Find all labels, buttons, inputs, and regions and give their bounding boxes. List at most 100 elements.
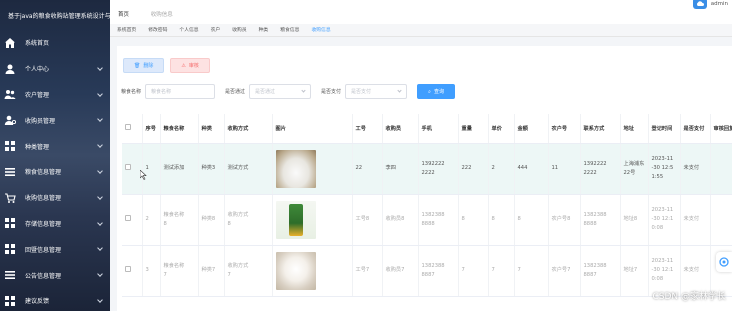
- tab-4[interactable]: 收购员: [231, 26, 247, 35]
- cell-paid: 未支付: [680, 194, 711, 246]
- column-header-13: 联系方式: [580, 114, 621, 144]
- breadcrumb-home[interactable]: 首页: [118, 12, 129, 18]
- row-checkbox[interactable]: [125, 214, 131, 221]
- audit-filter-label: 是否通过: [225, 89, 246, 95]
- chevron-down-icon: [97, 297, 103, 303]
- column-header-5: 图片: [272, 114, 353, 144]
- cell-type: 种类8: [198, 194, 225, 246]
- row-checkbox-cell[interactable]: [122, 143, 143, 195]
- product-photo: [275, 200, 316, 239]
- cell-farmer_no: 农户号8: [548, 194, 581, 246]
- tab-3[interactable]: 农户: [210, 26, 222, 35]
- table-row[interactable]: 2 粮食名称 8 种类8 收购方式 8 工号8 收购员8 1382388 8888 8 8 8 农户…: [122, 194, 732, 246]
- data-table: 序号 粮食名称 种类 收购方式 图片 工号 收购员 手机 重量 单价 金额 农户号 联系方式 地址 登记时间…: [122, 114, 732, 297]
- name-label: 粮食名称: [121, 89, 142, 95]
- tab-7[interactable]: 收购信息: [310, 26, 331, 35]
- sidebar-item-4[interactable]: 种类管理: [0, 133, 110, 159]
- cell-farmer_no: 农户号7: [548, 245, 581, 297]
- people-icon: [4, 88, 16, 100]
- watermark: CSDN @家林学长: [652, 292, 726, 302]
- name-placeholder: 粮食名称: [151, 89, 172, 95]
- column-header-0[interactable]: [122, 114, 143, 144]
- cell-method: 测试方式: [224, 143, 273, 195]
- audit-label: 审核: [188, 63, 199, 69]
- sidebar-item-label: 种类管理: [25, 143, 50, 151]
- sidebar-menu: 系统首页个人中心农户管理收购员管理种类管理粮食信息管理收购信息管理 存储信息管理回…: [0, 30, 110, 311]
- cell-weight: 7: [458, 245, 489, 297]
- cell-index: 2: [142, 194, 161, 246]
- select-all-checkbox[interactable]: [125, 124, 131, 131]
- tab-0[interactable]: 系统首页: [116, 26, 137, 35]
- column-header-4: 收购方式: [224, 114, 273, 144]
- cell-price: 7: [488, 245, 515, 297]
- row-checkbox[interactable]: [125, 163, 131, 170]
- cell-buyer: 收购员7: [382, 245, 419, 297]
- cell-contact: 1382388 8887: [580, 245, 621, 297]
- cell-weight: 8: [458, 194, 489, 246]
- column-header-2: 粮食名称: [160, 114, 199, 144]
- audit-select[interactable]: 是否通过: [249, 84, 312, 99]
- sidebar-item-1[interactable]: 个人中心: [0, 56, 110, 82]
- column-header-16: 是否支付: [680, 114, 711, 144]
- cell-contact: 1392222 2222: [580, 143, 621, 195]
- table-row[interactable]: 3 粮食名称 7 种类7 收购方式 7 工号7 收购员7 1382388 8887 7 7 7 农户…: [122, 245, 732, 297]
- chevron-down-icon: [97, 116, 103, 123]
- cell-name: 粮食名称 7: [160, 245, 199, 297]
- column-header-9: 重量: [458, 114, 489, 144]
- search-bar: 粮食名称 粮食名称 是否通过 是否通过 是否支付 是否支付 ⌕ 查询: [121, 84, 456, 99]
- chevron-down-icon: [97, 168, 103, 174]
- row-checkbox-cell[interactable]: [122, 245, 143, 297]
- cell-weight: 222: [458, 143, 489, 195]
- cell-staff_no: 工号7: [352, 245, 383, 297]
- delete-button[interactable]: 🗑 删除: [123, 58, 165, 73]
- cell-index: 1: [142, 143, 161, 195]
- tab-5[interactable]: 种类: [258, 26, 270, 35]
- user-menu[interactable]: admin: [692, 0, 728, 9]
- tab-2[interactable]: 个人信息: [178, 26, 199, 35]
- chevron-down-icon: [97, 90, 103, 97]
- table-header: 序号 粮食名称 种类 收购方式 图片 工号 收购员 手机 重量 单价 金额 农户号 联系方式 地址 登记时间…: [122, 114, 732, 144]
- name-input[interactable]: 粮食名称: [145, 84, 216, 99]
- cell-address: 地址7: [620, 245, 649, 297]
- search-button[interactable]: ⌕ 查询: [417, 84, 456, 99]
- cell-price: 2: [488, 143, 515, 195]
- app-logo: 基于java的粮食收购站管理系统设计与实现: [0, 0, 110, 30]
- sidebar-item-label: 系统首页: [25, 40, 50, 48]
- sidebar-item-10[interactable]: 建议反馈: [0, 288, 110, 311]
- sidebar-item-8[interactable]: 回暨信息管理: [0, 236, 110, 262]
- delete-label: 删除: [143, 63, 154, 69]
- sidebar-item-2[interactable]: 农户管理: [0, 82, 110, 108]
- audit-icon: ⚠: [181, 62, 186, 69]
- audit-button[interactable]: ⚠ 审核: [170, 58, 210, 73]
- cell-phone: 1382388 8888: [418, 194, 459, 246]
- tab-bar: 系统首页 修改密码 个人信息 农户 收购员 种类 粮食信息 收购信息: [110, 24, 732, 37]
- cell-staff_no: 工号8: [352, 194, 383, 246]
- sidebar-item-7[interactable]: 存储信息管理: [0, 211, 110, 237]
- sidebar-item-label: 农户管理: [25, 91, 50, 99]
- sidebar-item-3[interactable]: 收购员管理: [0, 107, 110, 133]
- sidebar-item-5[interactable]: 粮食信息管理: [0, 159, 110, 185]
- help-float-button[interactable]: [716, 252, 732, 272]
- sidebar-item-6[interactable]: 收购信息管理: [0, 185, 110, 211]
- cell-price: 8: [488, 194, 515, 246]
- pay-select[interactable]: 是否支付: [345, 84, 408, 99]
- column-header-17: 审核回复: [710, 114, 732, 144]
- app-title: 基于java的粮食收购站管理系统设计与实现: [8, 12, 110, 20]
- home-icon: [4, 37, 16, 49]
- table-body: 1 测试添加 种类3 测试方式 22 李四 1392222 2222 222 2 444 11 139…: [122, 143, 732, 297]
- row-checkbox-cell[interactable]: [122, 194, 143, 246]
- cloud-icon: [696, 1, 704, 6]
- sidebar-item-0[interactable]: 系统首页: [0, 30, 110, 56]
- sidebar-item-9[interactable]: 公告信息管理: [0, 262, 110, 288]
- table-row[interactable]: 1 测试添加 种类3 测试方式 22 李四 1392222 2222 222 2 444 11 139…: [122, 143, 732, 195]
- row-checkbox[interactable]: [125, 265, 131, 272]
- chevron-down-icon: [397, 88, 402, 93]
- column-header-10: 单价: [488, 114, 515, 144]
- cell-phone: 1392222 2222: [418, 143, 459, 195]
- sidebar-item-label: 粮食信息管理: [25, 169, 62, 177]
- mouse-cursor-icon: [140, 170, 147, 180]
- tab-1[interactable]: 修改密码: [147, 26, 168, 35]
- tab-6[interactable]: 粮食信息: [279, 26, 300, 35]
- chevron-down-icon: [97, 193, 103, 200]
- cell-name: 粮食名称 8: [160, 194, 199, 246]
